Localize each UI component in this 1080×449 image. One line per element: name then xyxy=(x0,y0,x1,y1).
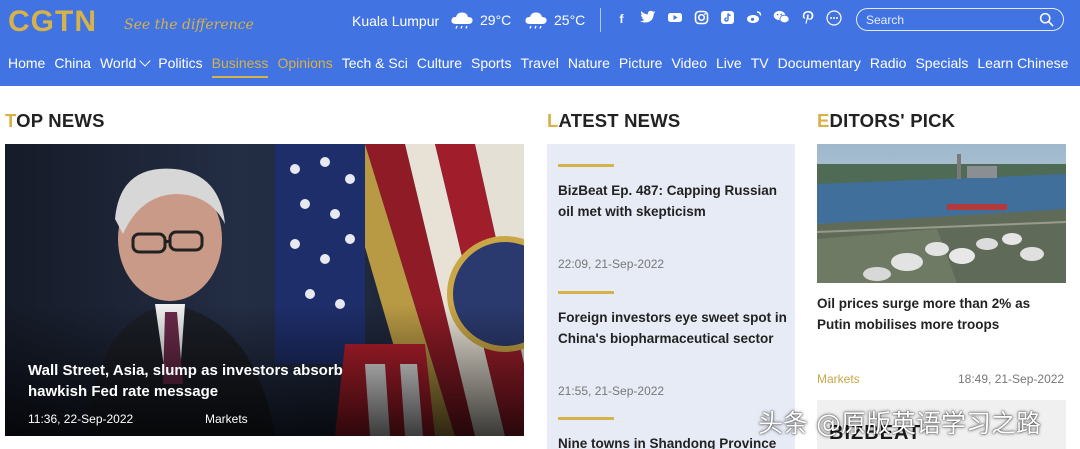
nav-radio[interactable]: Radio xyxy=(870,55,907,77)
item-accent-bar xyxy=(558,164,614,167)
news-time: 22:09, 21-Sep-2022 xyxy=(558,257,665,271)
nav-opinions[interactable]: Opinions xyxy=(277,55,332,77)
nav-politics[interactable]: Politics xyxy=(158,55,202,77)
editors-pick-headline[interactable]: Oil prices surge more than 2% as Putin m… xyxy=(817,293,1057,335)
pinterest-icon[interactable] xyxy=(798,10,817,29)
nav-sports[interactable]: Sports xyxy=(471,55,511,77)
weibo-icon[interactable] xyxy=(745,10,764,29)
nav-nature[interactable]: Nature xyxy=(568,55,610,77)
search-input[interactable] xyxy=(866,11,1036,28)
nav-live[interactable]: Live xyxy=(716,55,742,77)
nav-home[interactable]: Home xyxy=(8,55,45,77)
top-news-heading-rest: OP NEWS xyxy=(16,110,105,131)
editors-pick-heading-rest: DITORS' PICK xyxy=(829,110,956,131)
nav-tech-sci[interactable]: Tech & Sci xyxy=(342,55,408,77)
nav-world[interactable]: World xyxy=(99,55,151,77)
weather-tomorrow: 25°C xyxy=(524,11,585,29)
nav-documentary[interactable]: Documentary xyxy=(778,55,861,77)
editors-pick-photo[interactable] xyxy=(817,144,1066,283)
nav-world-label: World xyxy=(99,55,137,71)
editors-pick-category[interactable]: Markets xyxy=(817,372,860,386)
instagram-icon[interactable] xyxy=(692,10,711,29)
nav-tv[interactable]: TV xyxy=(751,55,769,77)
list-item[interactable]: Foreign investors eye sweet spot in Chin… xyxy=(558,291,788,398)
site-logo[interactable]: CGTN xyxy=(8,5,97,39)
item-accent-bar xyxy=(558,417,614,420)
tiktok-icon[interactable] xyxy=(718,10,737,29)
weather-city[interactable]: Kuala Lumpur xyxy=(352,13,439,29)
list-item[interactable]: Nine towns in Shandong Province xyxy=(558,417,788,449)
oil-refinery-photo xyxy=(817,144,1066,283)
main-nav: Home China World Politics Business Opini… xyxy=(8,55,1077,78)
top-news-category[interactable]: Markets xyxy=(205,412,248,426)
nav-specials[interactable]: Specials xyxy=(915,55,968,77)
site-tagline: See the difference xyxy=(124,17,254,33)
chevron-down-icon xyxy=(139,55,151,67)
temperature-tomorrow: 25°C xyxy=(554,12,586,28)
nav-picture[interactable]: Picture xyxy=(619,55,663,77)
rain-cloud-icon xyxy=(451,12,473,29)
social-links: f xyxy=(612,10,851,29)
item-accent-bar xyxy=(558,291,614,294)
nav-business[interactable]: Business xyxy=(211,55,268,78)
rain-cloud-icon xyxy=(525,12,547,29)
nav-culture[interactable]: Culture xyxy=(417,55,462,77)
header-divider xyxy=(600,8,601,32)
latest-news-heading: LATEST NEWS xyxy=(547,110,680,132)
editors-pick-heading: EDITORS' PICK xyxy=(817,110,955,132)
news-headline[interactable]: Foreign investors eye sweet spot in Chin… xyxy=(558,307,788,349)
news-headline[interactable]: Nine towns in Shandong Province xyxy=(558,433,788,449)
list-item[interactable]: BizBeat Ep. 487: Capping Russian oil met… xyxy=(558,164,788,271)
facebook-icon[interactable]: f xyxy=(612,10,631,29)
weather-today: 29°C xyxy=(450,11,511,29)
site-header: CGTN See the difference Kuala Lumpur 29°… xyxy=(0,0,1080,86)
news-headline[interactable]: BizBeat Ep. 487: Capping Russian oil met… xyxy=(558,180,788,222)
nav-travel[interactable]: Travel xyxy=(520,55,558,77)
top-news-time: 11:36, 22-Sep-2022 xyxy=(28,412,134,426)
latest-news-heading-initial: L xyxy=(547,110,559,131)
editors-pick-heading-initial: E xyxy=(817,110,830,131)
more-icon[interactable] xyxy=(825,10,844,29)
editors-pick-time: 18:49, 21-Sep-2022 xyxy=(958,372,1065,386)
nav-learn-chinese[interactable]: Learn Chinese xyxy=(977,55,1068,77)
nav-china[interactable]: China xyxy=(54,55,91,77)
latest-news-heading-rest: ATEST NEWS xyxy=(558,110,681,131)
watermark: 头条 @原版英语学习之路 xyxy=(758,409,1041,438)
wechat-icon[interactable] xyxy=(772,10,791,29)
top-news-card[interactable]: Wall Street, Asia, slump as investors ab… xyxy=(5,144,524,436)
top-news-heading: TOP NEWS xyxy=(5,110,105,132)
news-time: 21:55, 21-Sep-2022 xyxy=(558,384,665,398)
top-news-headline[interactable]: Wall Street, Asia, slump as investors ab… xyxy=(28,360,378,402)
search-icon[interactable] xyxy=(1039,12,1054,27)
search-box xyxy=(856,8,1064,31)
temperature-today: 29°C xyxy=(480,12,512,28)
top-news-heading-initial: T xyxy=(5,110,17,131)
nav-video[interactable]: Video xyxy=(671,55,707,77)
youtube-icon[interactable] xyxy=(665,10,684,29)
twitter-icon[interactable] xyxy=(639,10,658,29)
